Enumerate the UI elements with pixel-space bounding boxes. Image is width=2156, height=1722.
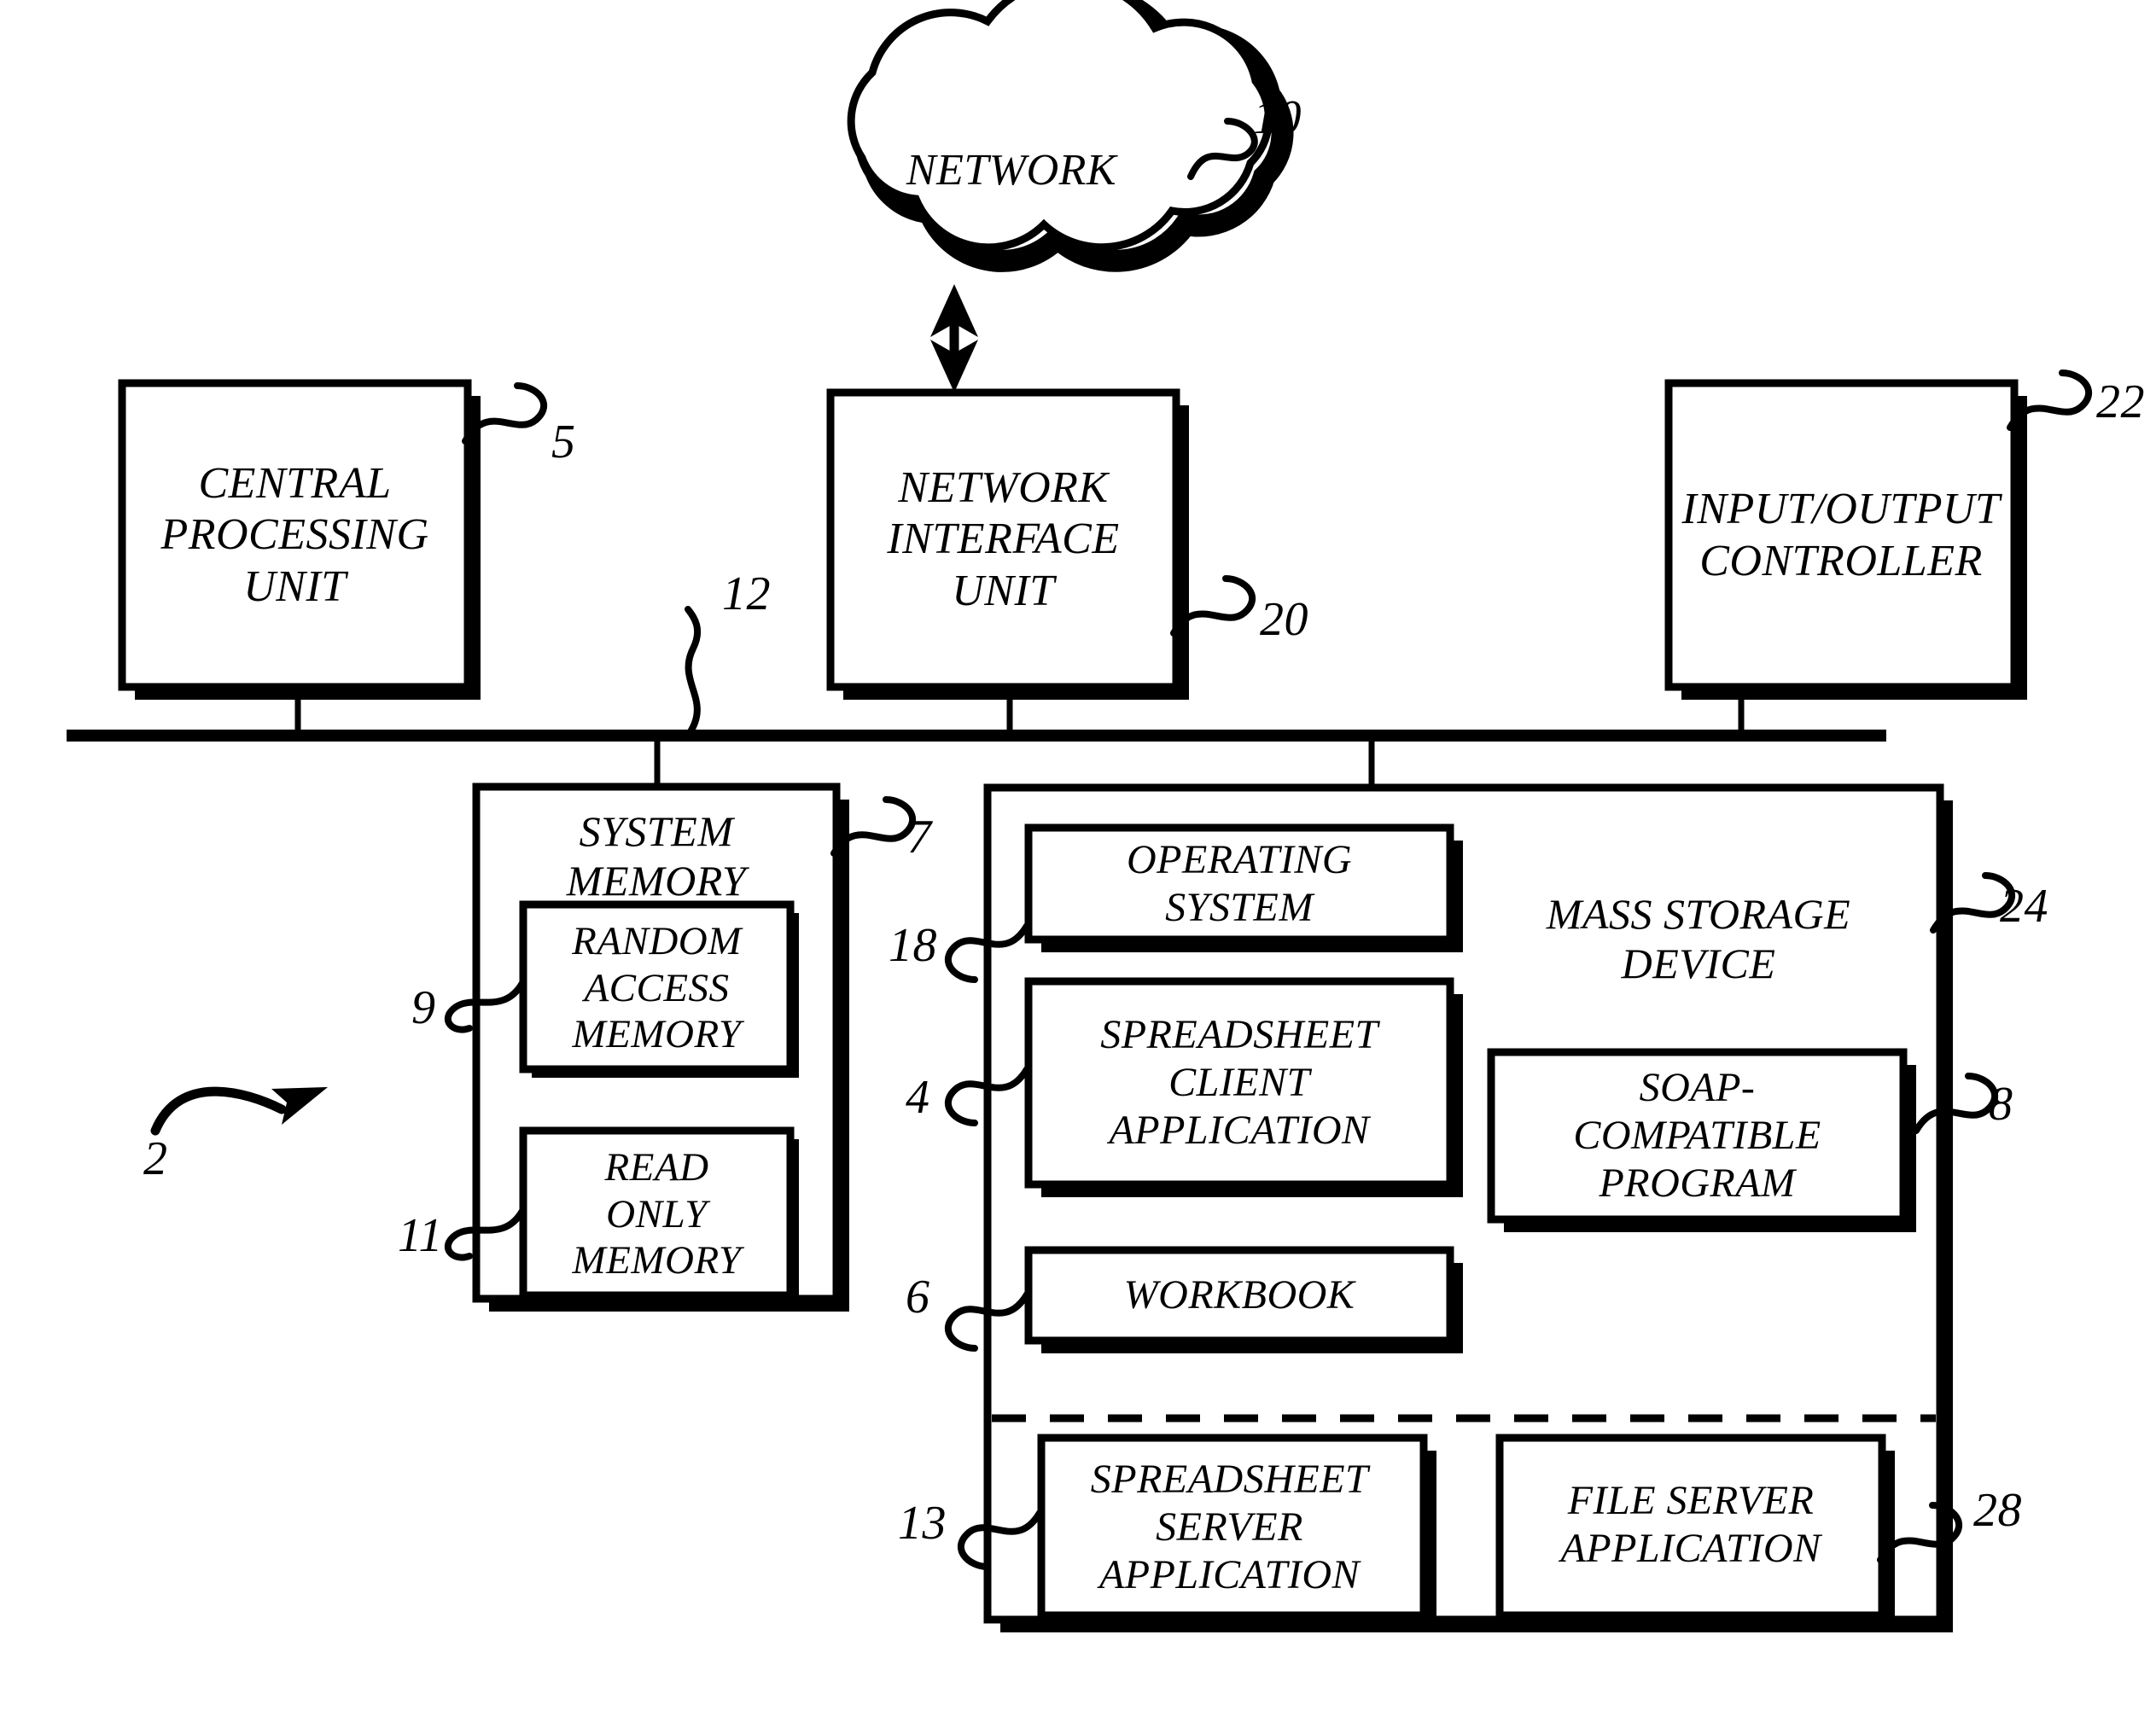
ram-label: RANDOM ACCESS MEMORY [572, 919, 742, 1057]
network-cloud-label: NETWORK [906, 145, 1117, 195]
ref-18: 18 [889, 919, 937, 972]
ioc-label: INPUT/OUTPUT CONTROLLER [1681, 485, 2001, 585]
ref-9: 9 [411, 981, 436, 1034]
mass-storage-label: MASS STORAGE DEVICE [1546, 890, 1851, 987]
ref-12: 12 [722, 567, 771, 620]
figure-canvas: NETWORK 10 CENTRAL PROCESSING UNIT 5 NET… [0, 0, 2156, 1722]
spreadsheet-client-application-label: SPREADSHEET CLIENT APPLICATION [1100, 1012, 1378, 1153]
ref-6: 6 [906, 1271, 930, 1323]
network-link-arrow [930, 284, 978, 393]
figure-overall-leader [150, 1086, 328, 1136]
system-memory-label: SYSTEM MEMORY [566, 806, 747, 905]
ref-10: 10 [1253, 91, 1302, 144]
ref-8: 8 [1989, 1078, 2013, 1131]
ref-4: 4 [906, 1071, 930, 1124]
file-server-application-label: FILE SERVER APPLICATION [1560, 1478, 1821, 1571]
soap-compatible-program-label: SOAP- COMPATIBLE PROGRAM [1573, 1065, 1821, 1206]
ref-2-overall: 2 [143, 1132, 168, 1185]
ref-22: 22 [2096, 375, 2145, 428]
rom-label: READ ONLY MEMORY [572, 1145, 742, 1283]
niu-label: NETWORK INTERFACE UNIT [887, 463, 1120, 615]
ref-20: 20 [1260, 593, 1308, 646]
spreadsheet-server-application-label: SPREADSHEET SERVER APPLICATION [1090, 1457, 1369, 1597]
cpu-label: CENTRAL PROCESSING UNIT [160, 459, 429, 611]
ref-13: 13 [898, 1497, 947, 1550]
ref-7: 7 [907, 811, 932, 864]
ref-5: 5 [551, 416, 576, 468]
bus-stubs [294, 700, 1745, 788]
operating-system-label: OPERATING SYSTEM [1126, 837, 1353, 930]
ref-28: 28 [1973, 1484, 2022, 1537]
workbook-label: WORKBOOK [1123, 1272, 1355, 1318]
network-cloud [847, 0, 1294, 272]
ref-24: 24 [2000, 880, 2048, 933]
ref-11: 11 [398, 1209, 443, 1262]
